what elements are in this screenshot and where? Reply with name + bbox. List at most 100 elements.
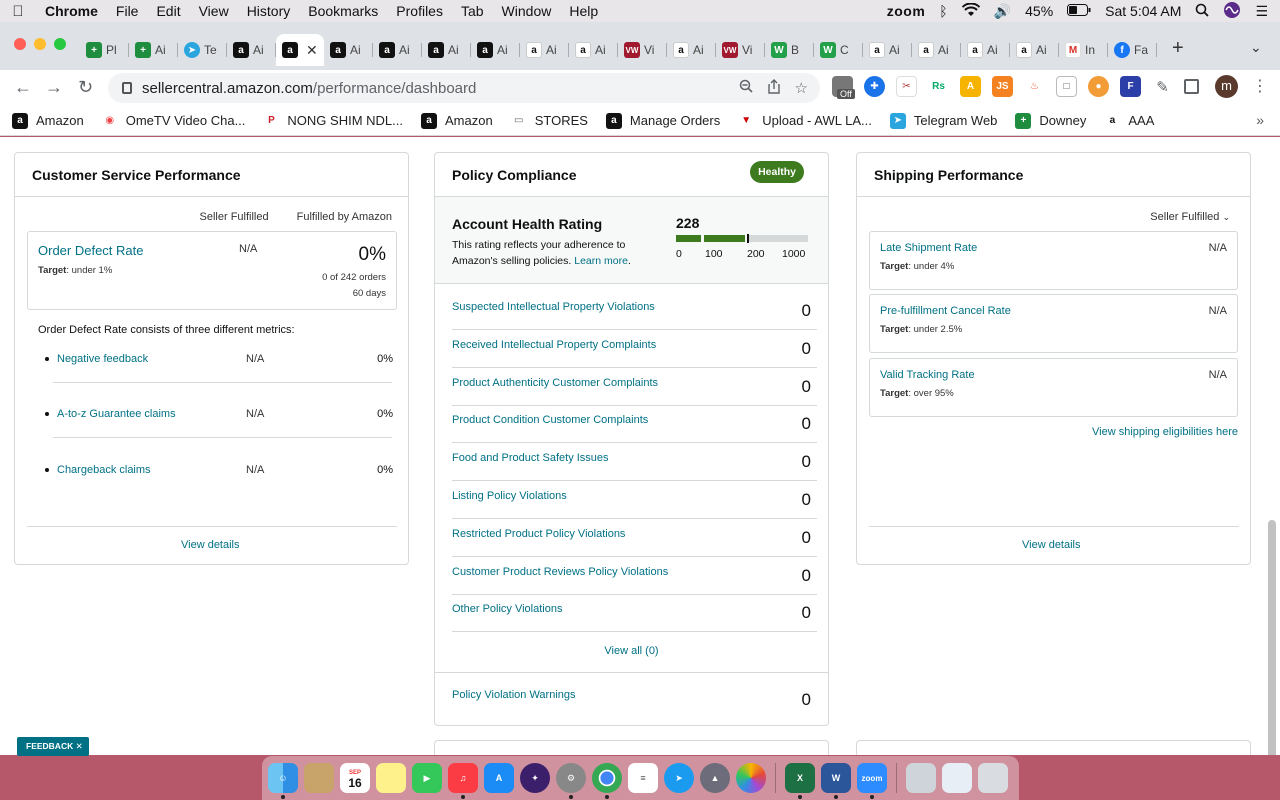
browser-tab[interactable]: + Pl: [80, 34, 129, 66]
menu-view[interactable]: View: [190, 3, 238, 19]
bookmark-star-icon[interactable]: ☆: [795, 79, 808, 98]
bookmark-item[interactable]: a Amazon: [12, 112, 84, 129]
learn-more-link[interactable]: Learn more: [574, 255, 628, 267]
tab-search-button[interactable]: ⌄: [1250, 39, 1262, 56]
apple-icon[interactable]: : [0, 3, 36, 20]
browser-tab[interactable]: a Ai: [324, 34, 373, 66]
bookmark-item[interactable]: ➤ Telegram Web: [889, 112, 997, 129]
menu-history[interactable]: History: [238, 3, 300, 19]
browser-tab[interactable]: a Ai: [667, 34, 716, 66]
reload-button[interactable]: ↻: [78, 77, 93, 98]
extension-scissors-icon[interactable]: ✂: [896, 76, 917, 97]
extension-cube-icon[interactable]: □: [1056, 76, 1077, 97]
forward-button[interactable]: →: [45, 77, 63, 98]
chrome-menu-icon[interactable]: ⋮: [1252, 76, 1268, 96]
trash-icon[interactable]: [978, 763, 1008, 793]
violation-link[interactable]: Other Policy Violations: [452, 603, 562, 615]
menu-tab[interactable]: Tab: [452, 3, 493, 19]
metric-label[interactable]: A-to-z Guarantee claims: [57, 408, 176, 420]
feedback-button[interactable]: FEEDBACK ✕: [17, 737, 89, 756]
launchpad-icon[interactable]: ▲: [700, 763, 730, 793]
new-tab-button[interactable]: +: [1172, 37, 1184, 60]
minimize-window-button[interactable]: [34, 38, 46, 50]
close-tab-icon[interactable]: ✕: [306, 42, 318, 59]
extension-blue-icon[interactable]: ✚: [864, 76, 885, 97]
browser-tab[interactable]: a Ai: [1010, 34, 1059, 66]
violation-link[interactable]: Received Intellectual Property Complaint…: [452, 339, 656, 351]
bookmark-item[interactable]: ▭ STORES: [510, 112, 588, 129]
bluetooth-icon[interactable]: ᛒ: [939, 3, 947, 19]
browser-tab[interactable]: a ✕: [276, 34, 324, 66]
cancel-rate-link[interactable]: Pre-fulfillment Cancel Rate: [880, 305, 1011, 317]
violation-link[interactable]: Listing Policy Violations: [452, 490, 567, 502]
browser-tab[interactable]: WB: [765, 34, 814, 66]
siri-dock-icon[interactable]: ✦: [520, 763, 550, 793]
browser-tab[interactable]: a Ai: [471, 34, 520, 66]
excel-icon[interactable]: X: [785, 763, 815, 799]
violation-link[interactable]: Product Authenticity Customer Complaints: [452, 377, 658, 389]
siri-icon[interactable]: [1223, 1, 1241, 22]
fulfillment-filter-dropdown[interactable]: Seller Fulfilled ⌄: [1150, 211, 1230, 223]
control-center-icon[interactable]: ☰: [1255, 3, 1268, 20]
battery-icon[interactable]: [1067, 3, 1091, 19]
violation-link[interactable]: Food and Product Safety Issues: [452, 452, 609, 464]
archive-app-icon[interactable]: [304, 763, 334, 793]
menu-profiles[interactable]: Profiles: [387, 3, 452, 19]
close-window-button[interactable]: [14, 38, 26, 50]
safari-icon[interactable]: ➤: [664, 763, 694, 793]
browser-tab[interactable]: a Ai: [912, 34, 961, 66]
bookmark-item[interactable]: + Downey: [1015, 112, 1086, 129]
violation-link[interactable]: Restricted Product Policy Violations: [452, 528, 625, 540]
bookmark-item[interactable]: a Manage Orders: [605, 112, 720, 129]
violation-link[interactable]: Product Condition Customer Complaints: [452, 414, 648, 426]
close-icon[interactable]: ✕: [76, 741, 83, 751]
reminders-icon[interactable]: ≡: [628, 763, 658, 793]
browser-tab[interactable]: f Fa: [1108, 34, 1157, 66]
metric-label[interactable]: Chargeback claims: [57, 464, 151, 476]
browser-tab[interactable]: a Ai: [227, 34, 276, 66]
profile-avatar[interactable]: m: [1215, 75, 1238, 98]
extension-orange-icon[interactable]: ●: [1088, 76, 1109, 97]
extension-keepa-icon[interactable]: A: [960, 76, 981, 97]
menu-help[interactable]: Help: [560, 3, 607, 19]
cs-view-details-link[interactable]: View details: [181, 539, 240, 551]
sp-view-details-link[interactable]: View details: [1022, 539, 1081, 551]
bookmarks-overflow-icon[interactable]: »: [1256, 112, 1264, 128]
violation-link[interactable]: Suspected Intellectual Property Violatio…: [452, 301, 655, 313]
browser-tab[interactable]: a Ai: [422, 34, 471, 66]
browser-tab[interactable]: M In: [1059, 34, 1108, 66]
finder-icon[interactable]: ☺: [268, 763, 298, 799]
side-panel-icon[interactable]: [1184, 79, 1199, 94]
bookmark-item[interactable]: a AAA: [1104, 112, 1154, 129]
browser-tab[interactable]: VW Vi: [716, 34, 765, 66]
music-icon[interactable]: ♫: [448, 763, 478, 799]
maximize-window-button[interactable]: [54, 38, 66, 50]
zoom-page-icon[interactable]: [739, 79, 753, 98]
extension-f-icon[interactable]: F: [1120, 76, 1141, 97]
lock-icon[interactable]: [122, 82, 132, 94]
zoom-status-icon[interactable]: zoom: [887, 3, 926, 19]
app-store-icon[interactable]: A: [484, 763, 514, 793]
extension-rs-icon[interactable]: Rs: [928, 76, 949, 97]
bookmark-item[interactable]: P NONG SHIM NDL...: [263, 112, 403, 129]
extensions-puzzle-icon[interactable]: ✎: [1152, 76, 1173, 97]
browser-tab[interactable]: a Ai: [520, 34, 569, 66]
calendar-icon[interactable]: SEP 16: [340, 763, 370, 793]
extension-flame-icon[interactable]: ♨: [1024, 76, 1045, 97]
browser-tab[interactable]: a Ai: [569, 34, 618, 66]
share-icon[interactable]: [767, 79, 781, 98]
browser-tab[interactable]: VW Vi: [618, 34, 667, 66]
volume-icon[interactable]: 🔊: [994, 3, 1011, 20]
view-all-link[interactable]: View all (0): [435, 645, 828, 657]
bookmark-item[interactable]: ▼ Upload - AWL LA...: [738, 112, 872, 129]
menu-file[interactable]: File: [107, 3, 148, 19]
bookmark-item[interactable]: a Amazon: [421, 112, 493, 129]
zoom-app-icon[interactable]: zoom: [857, 763, 887, 799]
word-icon[interactable]: W: [821, 763, 851, 799]
wifi-icon[interactable]: [961, 2, 980, 20]
spotlight-search-icon[interactable]: [1195, 3, 1210, 20]
browser-tab[interactable]: a Ai: [863, 34, 912, 66]
warnings-link[interactable]: Policy Violation Warnings: [452, 689, 576, 701]
shipping-eligibilities-link[interactable]: View shipping eligibilities here: [1092, 426, 1238, 438]
browser-tab[interactable]: ➤ Te: [178, 34, 227, 66]
